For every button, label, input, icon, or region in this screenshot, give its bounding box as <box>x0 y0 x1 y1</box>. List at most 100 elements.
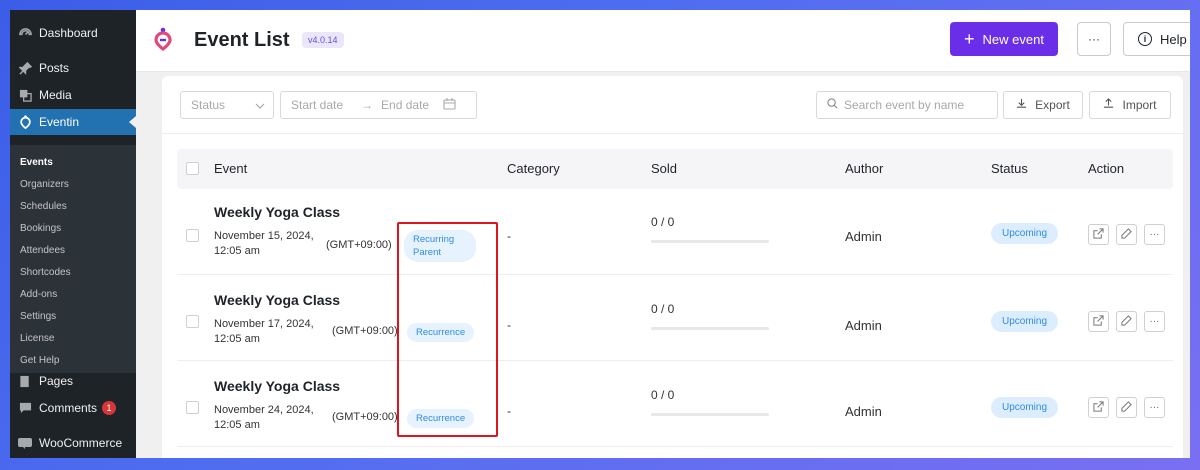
view-event-button[interactable] <box>1088 311 1109 332</box>
page-header: Event List v4.0.14 + New event ··· i Hel… <box>136 10 1190 72</box>
submenu-item-attendees[interactable]: Attendees <box>20 245 65 256</box>
event-name-link[interactable]: Weekly Yoga Class <box>214 378 340 394</box>
table-header: Event Category Sold Author Status Action <box>177 149 1173 189</box>
help-button[interactable]: i Help <box>1123 22 1190 56</box>
export-button[interactable]: Export <box>1003 91 1083 119</box>
event-name-link[interactable]: Weekly Yoga Class <box>214 204 340 220</box>
event-timezone: (GMT+09:00) <box>332 325 398 337</box>
eventin-logo-icon <box>154 27 172 51</box>
info-icon: i <box>1138 32 1152 46</box>
help-label: Help <box>1160 31 1187 47</box>
row-checkbox[interactable] <box>186 401 199 414</box>
submenu-item-events[interactable]: Events <box>20 157 53 168</box>
sidebar-item-dashboard[interactable]: Dashboard <box>10 20 136 46</box>
search-placeholder: Search event by name <box>844 98 965 112</box>
filter-bar: Status Start date → End date Search even… <box>162 76 1183 134</box>
import-button[interactable]: Import <box>1089 91 1171 119</box>
sidebar-item-media[interactable]: Media <box>10 82 136 108</box>
status-badge: Upcoming <box>991 311 1059 332</box>
event-date: November 24, 2024, 12:05 am <box>214 404 314 431</box>
pages-icon <box>18 374 32 388</box>
event-category: - <box>507 229 511 243</box>
more-options-button[interactable]: ··· <box>1077 22 1111 56</box>
external-link-icon <box>1093 400 1104 415</box>
eventin-submenu: Events Organizers Schedules Bookings Att… <box>10 145 136 373</box>
submenu-item-shortcodes[interactable]: Shortcodes <box>20 267 71 278</box>
sidebar-item-pages[interactable]: Pages <box>10 368 136 394</box>
more-icon: ··· <box>1088 32 1100 46</box>
status-badge: Upcoming <box>991 397 1059 418</box>
sidebar-item-eventin[interactable]: Eventin <box>10 109 136 135</box>
sold-progress-bar <box>651 327 769 330</box>
woocommerce-icon <box>18 436 32 450</box>
app-window: Dashboard Posts Media Eventin Events Org… <box>10 10 1190 458</box>
search-input[interactable]: Search event by name <box>816 91 998 119</box>
column-header-sold: Sold <box>651 161 678 176</box>
event-timezone: (GMT+09:00) <box>326 239 392 251</box>
comments-count-badge: 1 <box>102 401 117 415</box>
end-date-input[interactable]: End date <box>381 98 429 112</box>
calendar-icon <box>429 97 456 113</box>
sidebar-item-posts[interactable]: Posts <box>10 55 136 81</box>
more-icon: ··· <box>1149 316 1160 327</box>
sold-progress-bar <box>651 413 769 416</box>
row-more-button[interactable]: ··· <box>1144 224 1165 245</box>
version-badge: v4.0.14 <box>302 32 344 48</box>
row-more-button[interactable]: ··· <box>1144 311 1165 332</box>
edit-event-button[interactable] <box>1116 224 1137 245</box>
event-name-link[interactable]: Weekly Yoga Class <box>214 292 340 308</box>
sidebar-item-woocommerce[interactable]: WooCommerce <box>10 430 136 456</box>
submenu-item-license[interactable]: License <box>20 333 54 344</box>
status-filter-placeholder: Status <box>191 98 226 112</box>
status-filter-select[interactable]: Status <box>180 91 274 119</box>
sidebar-item-label: Pages <box>39 374 74 388</box>
submenu-item-schedules[interactable]: Schedules <box>20 201 67 212</box>
sidebar-item-label: Dashboard <box>39 26 98 40</box>
external-link-icon <box>1093 227 1104 242</box>
event-date: November 15, 2024, 12:05 am <box>214 230 314 257</box>
new-event-button[interactable]: + New event <box>950 22 1058 56</box>
event-author: Admin <box>845 229 882 244</box>
row-checkbox[interactable] <box>186 229 199 242</box>
submenu-item-get-help[interactable]: Get Help <box>20 355 59 366</box>
submenu-item-settings[interactable]: Settings <box>20 311 56 322</box>
submenu-item-addons[interactable]: Add-ons <box>20 289 57 300</box>
view-event-button[interactable] <box>1088 397 1109 418</box>
annotation-highlight-box <box>397 222 498 437</box>
comments-icon <box>18 401 32 415</box>
select-all-checkbox[interactable] <box>186 162 199 175</box>
submenu-item-bookings[interactable]: Bookings <box>20 223 61 234</box>
event-list-panel: Status Start date → End date Search even… <box>162 76 1183 458</box>
dashboard-icon <box>18 26 32 40</box>
event-category: - <box>507 404 511 418</box>
media-icon <box>18 88 32 102</box>
admin-sidebar: Dashboard Posts Media Eventin Events Org… <box>10 10 136 458</box>
table-row: Weekly Yoga Class November 24, 2024, 12:… <box>177 361 1173 447</box>
view-event-button[interactable] <box>1088 224 1109 245</box>
upload-icon <box>1103 98 1114 112</box>
arrow-right-icon: → <box>361 98 374 112</box>
row-checkbox[interactable] <box>186 315 199 328</box>
plus-icon: + <box>964 29 975 49</box>
column-header-status: Status <box>991 161 1028 176</box>
sidebar-item-comments[interactable]: Comments 1 <box>10 395 136 421</box>
edit-event-button[interactable] <box>1116 397 1137 418</box>
edit-event-button[interactable] <box>1116 311 1137 332</box>
column-header-action: Action <box>1088 161 1125 176</box>
sidebar-item-label: Media <box>39 88 72 102</box>
column-header-author: Author <box>845 161 884 176</box>
row-more-button[interactable]: ··· <box>1144 397 1165 418</box>
event-author: Admin <box>845 404 882 419</box>
sidebar-item-label: WooCommerce <box>39 436 123 450</box>
eventin-icon <box>18 115 32 129</box>
pin-icon <box>18 61 32 75</box>
submenu-item-organizers[interactable]: Organizers <box>20 179 69 190</box>
sidebar-item-label: Posts <box>39 61 70 75</box>
start-date-input[interactable]: Start date <box>291 98 343 112</box>
sidebar-item-label: Eventin <box>39 115 80 129</box>
date-range-picker[interactable]: Start date → End date <box>280 91 477 119</box>
sold-progress-bar <box>651 240 769 243</box>
sold-count: 0 / 0 <box>651 302 675 316</box>
sold-count: 0 / 0 <box>651 388 675 402</box>
event-timezone: (GMT+09:00) <box>332 411 398 423</box>
